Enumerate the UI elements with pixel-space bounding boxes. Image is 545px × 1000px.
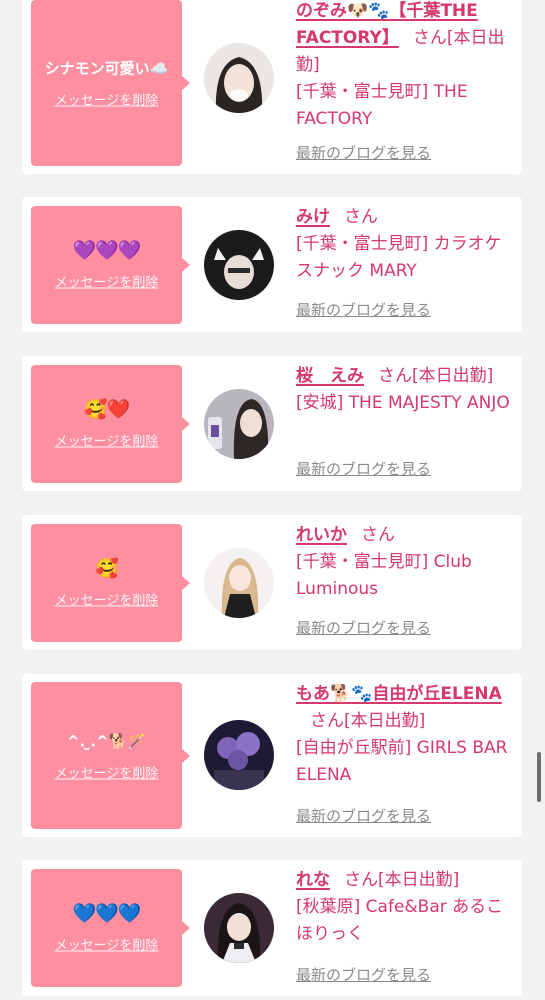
message-card: 🥰 メッセージを削除 れいか さん [千葉・富士見町] Club Luminous… (22, 515, 522, 650)
message-card: シナモン可愛い☁️ メッセージを削除 のぞみ🐶🐾【千葉THE FACTORY】さ… (22, 0, 522, 174)
message-card: 💜💜💜 メッセージを削除 みけ さん [千葉・富士見町] カラオケスナック MAR… (22, 197, 522, 332)
cast-info: のぞみ🐶🐾【千葉THE FACTORY】 さん[本日出勤] [千葉・富士見町] T… (296, 0, 516, 133)
message-card: 💙💙💙 メッセージを削除 れな さん[本日出勤] [秋葉原] Cafe&Bar あ… (22, 860, 522, 996)
cast-name-link[interactable]: 桜 えみ (296, 366, 364, 386)
message-text: 🥰 (95, 557, 119, 580)
shop-info: [安城] THE MAJESTY ANJO (296, 393, 510, 413)
message-bubble: シナモン可愛い☁️ メッセージを削除 (31, 0, 190, 166)
honorific: さん (361, 525, 395, 545)
message-text: ^. ̫.^🐕🪄 (66, 732, 147, 750)
message-bubble: 💜💜💜 メッセージを削除 (31, 206, 190, 324)
delete-message-link[interactable]: メッセージを削除 (55, 90, 159, 109)
cast-info: れな さん[本日出勤] [秋葉原] Cafe&Bar あるこほりっく (296, 867, 516, 948)
message-text: シナモン可愛い☁️ (44, 59, 169, 78)
cast-info: れいか さん [千葉・富士見町] Club Luminous (296, 522, 516, 603)
working-today-badge: [本日出勤] (344, 711, 426, 731)
shop-info: [秋葉原] Cafe&Bar あるこほりっく (296, 897, 504, 944)
message-text: 💙💙💙 (72, 902, 142, 925)
shop-info: [千葉・富士見町] Club Luminous (296, 552, 472, 599)
latest-blog-link[interactable]: 最新のブログを見る (296, 805, 431, 826)
cast-name-link[interactable]: みけ (296, 207, 330, 227)
latest-blog-link[interactable]: 最新のブログを見る (296, 617, 431, 638)
message-card: ^. ̫.^🐕🪄 メッセージを削除 もあ🐕🐾自由が丘ELENA さん[本日出勤] … (22, 674, 522, 837)
cast-name-link[interactable]: もあ🐕🐾自由が丘ELENA (296, 684, 502, 704)
working-today-badge: [本日出勤] (378, 870, 460, 890)
delete-message-link[interactable]: メッセージを削除 (55, 935, 159, 954)
latest-blog-link[interactable]: 最新のブログを見る (296, 964, 431, 985)
message-text: 💜💜💜 (72, 239, 142, 262)
cast-info: もあ🐕🐾自由が丘ELENA さん[本日出勤] [自由が丘駅前] GIRLS BAR… (296, 681, 516, 789)
honorific: さん (344, 870, 378, 890)
avatar[interactable] (204, 43, 274, 113)
shop-info: [千葉・富士見町] THE FACTORY (296, 82, 468, 129)
message-bubble: ^. ̫.^🐕🪄 メッセージを削除 (31, 682, 190, 829)
message-bubble: 🥰 メッセージを削除 (31, 524, 190, 642)
avatar[interactable] (204, 720, 274, 790)
message-bubble: 🥰❤️ メッセージを削除 (31, 365, 190, 483)
latest-blog-link[interactable]: 最新のブログを見る (296, 458, 431, 479)
cast-info: 桜 えみ さん[本日出勤] [安城] THE MAJESTY ANJO (296, 363, 516, 417)
cast-info: みけ さん [千葉・富士見町] カラオケスナック MARY (296, 204, 516, 285)
message-text: 🥰❤️ (83, 398, 130, 421)
cast-name-link[interactable]: れな (296, 870, 330, 890)
message-card: 🥰❤️ メッセージを削除 桜 えみ さん[本日出勤] [安城] THE MAJES… (22, 356, 522, 491)
message-bubble: 💙💙💙 メッセージを削除 (31, 869, 190, 987)
honorific: さん (344, 207, 378, 227)
latest-blog-link[interactable]: 最新のブログを見る (296, 142, 431, 163)
delete-message-link[interactable]: メッセージを削除 (55, 590, 159, 609)
message-list-page: シナモン可愛い☁️ メッセージを削除 のぞみ🐶🐾【千葉THE FACTORY】さ… (0, 0, 545, 1000)
delete-message-link[interactable]: メッセージを削除 (55, 762, 159, 781)
delete-message-link[interactable]: メッセージを削除 (55, 431, 159, 450)
delete-message-link[interactable]: メッセージを削除 (55, 272, 159, 291)
avatar[interactable] (204, 389, 274, 459)
working-today-badge: [本日出勤] (412, 366, 494, 386)
shop-info: [自由が丘駅前] GIRLS BAR ELENA (296, 738, 508, 785)
cast-name-link[interactable]: れいか (296, 525, 347, 545)
honorific: さん (310, 711, 344, 731)
avatar[interactable] (204, 548, 274, 618)
shop-info: [千葉・富士見町] カラオケスナック MARY (296, 234, 502, 281)
honorific: さん (378, 366, 412, 386)
latest-blog-link[interactable]: 最新のブログを見る (296, 299, 431, 320)
scrollbar-thumb[interactable] (537, 752, 541, 802)
honorific: さん (412, 28, 447, 48)
avatar[interactable] (204, 893, 274, 963)
avatar[interactable] (204, 230, 274, 300)
